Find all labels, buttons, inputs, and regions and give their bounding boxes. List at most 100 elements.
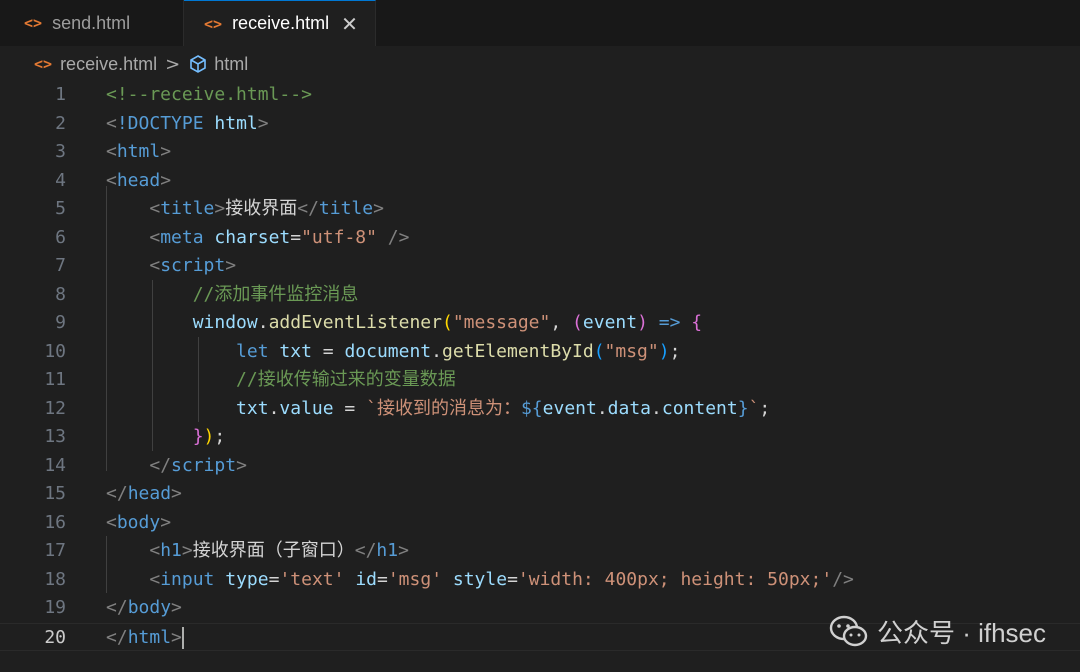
- line-number: 15: [44, 483, 66, 504]
- code-token: >: [181, 540, 193, 561]
- code-editor[interactable]: 1 <!--receive.html--> 2 <!DOCTYPE html> 3 <ht…: [0, 81, 1080, 672]
- code-token: =: [377, 568, 388, 590]
- code-text: //添加事件监控消息: [106, 281, 359, 310]
- code-text: <!DOCTYPE html>: [106, 110, 269, 139]
- code-token: >: [160, 169, 172, 191]
- watermark-text: 公众号 · ifhsec: [876, 618, 1046, 648]
- tab-send-html[interactable]: <> send.html: [0, 0, 184, 46]
- code-token: charset: [214, 226, 291, 248]
- code-token: =: [290, 226, 302, 248]
- code-token: .: [596, 397, 608, 419]
- code-token: "msg": [604, 340, 659, 362]
- code-token: window: [192, 312, 258, 333]
- line-number: 12: [44, 397, 66, 419]
- html-file-icon: <>: [24, 14, 43, 32]
- code-token: </: [106, 597, 128, 618]
- line-number: 20: [44, 626, 66, 648]
- code-token: >: [225, 255, 237, 276]
- code-line[interactable]: 3 <html>: [0, 138, 1080, 167]
- code-token: body: [116, 511, 161, 533]
- code-text: <html>: [106, 138, 171, 167]
- code-text: <!--receive.html-->: [106, 81, 312, 110]
- code-text: <meta charset="utf-8" />: [106, 224, 409, 253]
- code-line[interactable]: 18 <input type='text' id='msg' style='wi…: [0, 566, 1080, 595]
- code-token: ;: [669, 340, 681, 362]
- line-number: 16: [44, 511, 66, 533]
- code-token: <: [106, 511, 117, 533]
- code-token: >: [257, 112, 269, 134]
- code-line[interactable]: 5 <title>接收界面</title>: [0, 195, 1080, 224]
- code-text: </head>: [106, 480, 182, 509]
- code-token: =: [268, 568, 280, 590]
- tab-receive-html[interactable]: <> receive.html ✕: [184, 0, 376, 46]
- line-number: 17: [44, 540, 66, 561]
- code-token: `接收到的消息为：: [366, 397, 521, 419]
- wechat-icon: [829, 615, 868, 646]
- code-text: <title>接收界面</title>: [106, 195, 384, 224]
- code-line[interactable]: 12 txt.value = `接收到的消息为：${event.data.con…: [0, 395, 1080, 424]
- code-token: event: [542, 397, 597, 419]
- tab-label: receive.html: [232, 13, 330, 33]
- code-line[interactable]: 6 <meta charset="utf-8" />: [0, 224, 1080, 253]
- code-line[interactable]: 16 <body>: [0, 509, 1080, 538]
- code-line[interactable]: 7 <script>: [0, 252, 1080, 281]
- code-line[interactable]: 4 <head>: [0, 167, 1080, 196]
- code-token: >: [214, 198, 226, 219]
- code-line[interactable]: 14 </script>: [0, 452, 1080, 481]
- line-number: 5: [55, 198, 66, 219]
- code-line[interactable]: 15 </head>: [0, 480, 1080, 509]
- code-line[interactable]: 11 //接收传输过来的变量数据: [0, 366, 1080, 395]
- line-number: 2: [55, 112, 66, 134]
- code-line[interactable]: 17 <h1>接收界面（子窗口）</h1>: [0, 537, 1080, 566]
- code-token: txt: [279, 340, 312, 362]
- breadcrumb-symbol[interactable]: html: [214, 54, 248, 75]
- line-number: 13: [44, 426, 66, 447]
- code-text: </html>: [106, 624, 184, 653]
- code-token: html: [127, 626, 172, 648]
- line-number: 11: [44, 369, 66, 390]
- code-token: meta: [160, 226, 215, 248]
- code-token: content: [661, 397, 738, 419]
- code-text: <script>: [106, 252, 236, 281]
- code-line[interactable]: 10 let txt = document.getElementById("ms…: [0, 338, 1080, 367]
- code-text: let txt = document.getElementById("msg")…: [106, 338, 680, 367]
- code-token: getElementById: [441, 340, 594, 362]
- code-text: </script>: [106, 452, 247, 481]
- code-token: <: [149, 540, 161, 561]
- code-token: =: [311, 340, 345, 362]
- code-token: <!--receive.html-->: [106, 84, 312, 105]
- code-line[interactable]: 2 <!DOCTYPE html>: [0, 110, 1080, 139]
- code-token: h1: [160, 540, 182, 561]
- code-token: <: [149, 198, 161, 219]
- code-token: ,: [550, 312, 573, 333]
- code-line[interactable]: 9 window.addEventListener("message", (ev…: [0, 309, 1080, 338]
- code-token: (: [441, 312, 453, 333]
- code-line[interactable]: 13 });: [0, 423, 1080, 452]
- breadcrumb-file[interactable]: receive.html: [60, 54, 157, 75]
- code-token: =: [333, 397, 367, 419]
- breadcrumb-separator: >: [165, 53, 181, 75]
- code-token: !DOCTYPE: [116, 112, 215, 134]
- code-line[interactable]: 1 <!--receive.html-->: [0, 81, 1080, 110]
- close-icon[interactable]: ✕: [341, 12, 358, 36]
- code-token: txt: [236, 397, 269, 419]
- code-line[interactable]: 8 //添加事件监控消息: [0, 281, 1080, 310]
- code-token: html: [116, 141, 161, 162]
- code-token: </: [149, 454, 172, 476]
- line-number: 10: [44, 340, 66, 362]
- line-number: 18: [44, 568, 66, 590]
- code-token: <: [106, 141, 117, 162]
- code-token: input: [160, 568, 226, 590]
- code-token: <: [149, 255, 161, 276]
